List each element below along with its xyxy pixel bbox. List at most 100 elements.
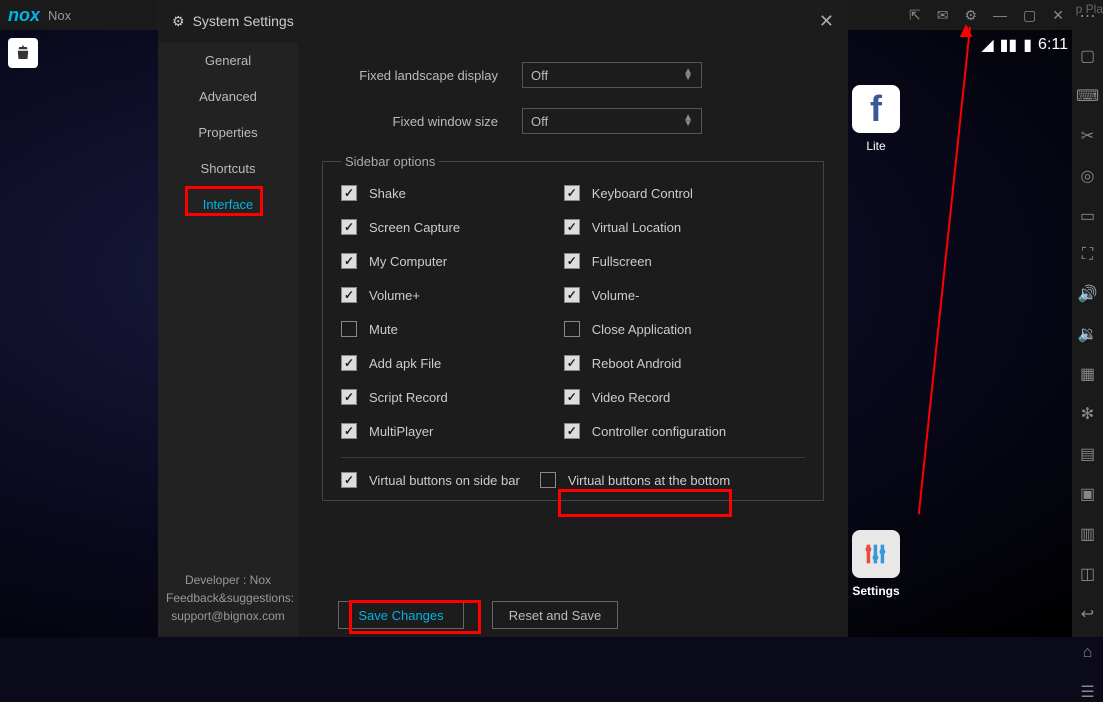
checkbox[interactable] xyxy=(564,389,580,405)
record-icon[interactable]: ▣ xyxy=(1080,484,1095,504)
android-statusbar: ◢ ▮▮ ▮ 6:11 xyxy=(981,35,1068,55)
scissors-icon[interactable]: ✂ xyxy=(1081,126,1094,146)
checkbox-label: Volume- xyxy=(592,288,640,303)
checkbox[interactable] xyxy=(564,185,580,201)
checkbox-option[interactable]: My Computer xyxy=(341,253,564,269)
checkbox[interactable] xyxy=(341,321,357,337)
keyboard-icon[interactable]: ⌨ xyxy=(1076,86,1099,106)
app-facebook-lite[interactable]: f Lite xyxy=(846,85,906,153)
checkbox-label: Shake xyxy=(369,186,406,201)
reboot-icon[interactable]: ✻ xyxy=(1081,404,1094,424)
settings-nav: General Advanced Properties Shortcuts In… xyxy=(158,42,298,637)
checkbox[interactable] xyxy=(341,423,357,439)
nav-interface[interactable]: Interface xyxy=(158,186,298,222)
checkbox[interactable] xyxy=(341,253,357,269)
checkbox-option[interactable]: Reboot Android xyxy=(564,355,787,371)
volume-up-icon[interactable]: 🔊 xyxy=(1078,284,1098,304)
store-icon[interactable] xyxy=(8,38,38,68)
checkbox-option[interactable]: Virtual Location xyxy=(564,219,787,235)
checkbox[interactable] xyxy=(341,389,357,405)
checkbox-option[interactable]: Fullscreen xyxy=(564,253,787,269)
pin-icon[interactable]: ⇱ xyxy=(909,7,921,24)
shake-icon[interactable]: ▢ xyxy=(1080,46,1095,66)
checkbox[interactable] xyxy=(341,219,357,235)
gear-icon: ⚙ xyxy=(172,13,185,30)
checkbox-option[interactable]: Shake xyxy=(341,185,564,201)
nox-logo: nox xyxy=(8,5,40,26)
developer-info: Developer : Nox Feedback&suggestions: su… xyxy=(158,559,298,637)
wifi-icon: ◢ xyxy=(981,35,993,55)
landscape-label: Fixed landscape display xyxy=(322,68,522,83)
minimize-icon[interactable]: — xyxy=(993,7,1007,23)
mail-icon[interactable]: ✉ xyxy=(937,7,949,24)
checkbox-option[interactable]: MultiPlayer xyxy=(341,423,564,439)
app-settings[interactable]: Settings xyxy=(846,530,906,598)
checkbox-option[interactable]: Close Application xyxy=(564,321,787,337)
checkbox[interactable] xyxy=(341,472,357,488)
save-changes-button[interactable]: Save Changes xyxy=(338,601,464,629)
battery-icon: ▮ xyxy=(1023,35,1032,55)
controller-icon[interactable]: ◫ xyxy=(1080,564,1095,584)
home-icon[interactable]: ⌂ xyxy=(1083,644,1093,662)
checkbox-label: My Computer xyxy=(369,254,447,269)
dialog-title-text: System Settings xyxy=(193,13,294,29)
checkbox-label: Video Record xyxy=(592,390,671,405)
volume-down-icon[interactable]: 🔉 xyxy=(1078,324,1098,344)
gear-icon[interactable]: ⚙ xyxy=(964,7,977,24)
close-icon[interactable]: ✕ xyxy=(1052,7,1064,24)
checkbox[interactable] xyxy=(564,253,580,269)
background-text: p Pla xyxy=(1076,2,1103,16)
checkbox[interactable] xyxy=(540,472,556,488)
maximize-icon[interactable]: ▢ xyxy=(1023,7,1036,24)
apk-icon[interactable]: ▦ xyxy=(1080,364,1095,384)
app-label: Lite xyxy=(846,139,906,153)
checkbox[interactable] xyxy=(564,355,580,371)
checkbox-label: Screen Capture xyxy=(369,220,460,235)
checkbox[interactable] xyxy=(564,423,580,439)
windowsize-label: Fixed window size xyxy=(322,114,522,129)
checkbox-label: Close Application xyxy=(592,322,692,337)
checkbox-option[interactable]: Virtual buttons at the bottom xyxy=(540,472,730,488)
nox-sidebar: ⋯ ▢ ⌨ ✂ ◎ ▭ ⛶ 🔊 🔉 ▦ ✻ ▤ ▣ ▥ ◫ ↩ ⌂ ☰ xyxy=(1072,0,1103,637)
checkbox[interactable] xyxy=(564,287,580,303)
checkbox-label: MultiPlayer xyxy=(369,424,433,439)
checkbox-option[interactable]: Controller configuration xyxy=(564,423,787,439)
checkbox-option[interactable]: Volume+ xyxy=(341,287,564,303)
fieldset-legend: Sidebar options xyxy=(341,154,439,169)
script-icon[interactable]: ▤ xyxy=(1080,444,1095,464)
checkbox-label: Virtual buttons at the bottom xyxy=(568,473,730,488)
location-icon[interactable]: ◎ xyxy=(1081,166,1095,186)
reset-and-save-button[interactable]: Reset and Save xyxy=(492,601,618,629)
windowsize-dropdown[interactable]: Off ▲▼ xyxy=(522,108,702,134)
computer-icon[interactable]: ▭ xyxy=(1080,206,1095,226)
nav-general[interactable]: General xyxy=(158,42,298,78)
fullscreen-icon[interactable]: ⛶ xyxy=(1082,246,1093,264)
back-icon[interactable]: ↩ xyxy=(1081,604,1094,624)
nav-shortcuts[interactable]: Shortcuts xyxy=(158,150,298,186)
checkbox-option[interactable]: Volume- xyxy=(564,287,787,303)
landscape-dropdown[interactable]: Off ▲▼ xyxy=(522,62,702,88)
recent-icon[interactable]: ☰ xyxy=(1080,682,1094,702)
nav-properties[interactable]: Properties xyxy=(158,114,298,150)
checkbox-label: Virtual Location xyxy=(592,220,681,235)
signal-icon: ▮▮ xyxy=(1000,35,1018,55)
chevron-updown-icon: ▲▼ xyxy=(683,115,693,127)
system-settings-dialog: ⚙ System Settings ✕ General Advanced Pro… xyxy=(158,0,848,637)
checkbox-label: Virtual buttons on side bar xyxy=(369,473,520,488)
checkbox-option[interactable]: Mute xyxy=(341,321,564,337)
checkbox-option[interactable]: Script Record xyxy=(341,389,564,405)
checkbox-option[interactable]: Virtual buttons on side bar xyxy=(341,472,520,488)
checkbox[interactable] xyxy=(564,321,580,337)
checkbox[interactable] xyxy=(564,219,580,235)
checkbox[interactable] xyxy=(341,185,357,201)
nav-advanced[interactable]: Advanced xyxy=(158,78,298,114)
checkbox-option[interactable]: Keyboard Control xyxy=(564,185,787,201)
checkbox[interactable] xyxy=(341,355,357,371)
multiplayer-icon[interactable]: ▥ xyxy=(1080,524,1095,544)
dialog-close-button[interactable]: ✕ xyxy=(819,11,834,32)
checkbox-option[interactable]: Screen Capture xyxy=(341,219,564,235)
checkbox-option[interactable]: Video Record xyxy=(564,389,787,405)
checkbox[interactable] xyxy=(341,287,357,303)
checkbox-option[interactable]: Add apk File xyxy=(341,355,564,371)
checkbox-label: Add apk File xyxy=(369,356,441,371)
